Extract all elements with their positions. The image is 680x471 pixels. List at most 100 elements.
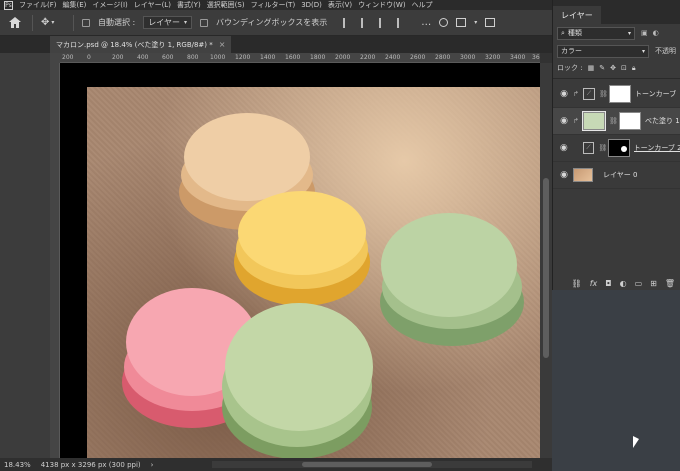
menu-edit[interactable]: 編集(E) [63, 0, 87, 10]
menu-filter[interactable]: フィルター(T) [251, 0, 296, 10]
tool-panel [0, 53, 50, 458]
filter-adjustment-icon[interactable]: ◐ [653, 29, 659, 37]
bounding-box-checkbox[interactable] [200, 18, 209, 27]
vertical-scrollbar[interactable] [540, 63, 552, 458]
ruler-tick-label: 3200 [485, 54, 501, 61]
lock-position-icon[interactable]: ✥ [610, 64, 616, 72]
auto-select-label: 自動選択 : [98, 18, 136, 27]
ruler-tick-label: 2800 [435, 54, 451, 61]
yellow-macaron [234, 191, 370, 306]
lock-row: ロック : ▦ ✎ ✥ ⊡ 🔒︎ [553, 60, 680, 76]
document-tab-strip: マカロン.psd @ 18.4% (べた塗り 1, RGB/8#) * × [0, 36, 552, 53]
layer-name[interactable]: トーンカーブ [635, 89, 676, 99]
chevron-down-icon: ▾ [184, 19, 188, 26]
menu-select[interactable]: 選択範囲(S) [207, 0, 245, 10]
ruler-tick-label: 1200 [235, 54, 251, 61]
blend-row: カラー ▾ 不透明 [553, 42, 680, 60]
filter-pixel-icon[interactable]: ▣ [641, 29, 648, 37]
menu-view[interactable]: 表示(V) [328, 0, 352, 10]
tab-layers[interactable]: レイヤー [553, 6, 601, 24]
blend-mode-value: カラー [561, 47, 582, 55]
clipping-arrow-icon: ↱ [573, 90, 579, 98]
menu-3d[interactable]: 3D(D) [301, 1, 322, 9]
menu-help[interactable]: ヘルプ [412, 0, 433, 10]
layer-name[interactable]: トーンカーブ 2 [634, 143, 680, 153]
layer-mask-thumbnail[interactable] [608, 139, 630, 157]
close-icon[interactable]: × [219, 40, 226, 49]
layers-panel: レイヤー ⌕ 種類 ▾ ▣ ◐ カラー ▾ 不透明 ロック : ▦ ✎ ✥ ⊡ … [552, 0, 680, 290]
layer-image-thumbnail[interactable] [573, 168, 593, 182]
ruler-tick-label: 400 [137, 54, 149, 61]
layer-row-selected[interactable]: ◉ ↱ ⛓ べた塗り 1 [553, 108, 680, 135]
home-button[interactable] [6, 14, 24, 32]
filter-icons: ▣ ◐ [641, 29, 659, 37]
horizontal-ruler[interactable]: 200 0 200 400 600 800 1000 1200 1400 160… [60, 53, 540, 63]
lock-label: ロック : [557, 64, 583, 72]
visibility-eye-icon[interactable]: ◉ [559, 170, 569, 180]
mask-link-icon[interactable]: ⛓ [599, 90, 608, 98]
ruler-tick-label: 1000 [210, 54, 226, 61]
divider [73, 14, 74, 31]
lock-transparency-icon[interactable]: ▦ [588, 64, 595, 72]
align-right-icon[interactable] [379, 17, 389, 28]
menu-file[interactable]: ファイル(F) [19, 0, 57, 10]
share-icon[interactable] [485, 18, 496, 27]
auto-select-checkbox[interactable] [82, 18, 90, 27]
status-arrow-icon[interactable]: › [151, 461, 154, 469]
auto-select-target-value: レイヤー [148, 18, 181, 27]
menu-image[interactable]: イメージ(I) [92, 0, 127, 10]
new-adjustment-icon[interactable]: ◐ [620, 279, 627, 288]
align-buttons [343, 17, 407, 28]
green-macaron-front [222, 303, 373, 458]
menu-window[interactable]: ウィンドウ(W) [358, 0, 405, 10]
add-mask-icon[interactable]: ◘ [605, 279, 611, 288]
vertical-ruler[interactable] [50, 63, 60, 458]
layer-style-icon[interactable]: fx [590, 279, 598, 288]
fill-color-thumbnail[interactable] [582, 111, 606, 131]
visibility-eye-icon[interactable]: ◉ [559, 116, 569, 126]
layer-mask-thumbnail[interactable] [609, 85, 631, 103]
layer-name[interactable]: レイヤー 0 [603, 170, 637, 180]
visibility-eye-icon[interactable]: ◉ [559, 89, 569, 99]
chevron-down-icon[interactable]: ▾ [474, 19, 477, 26]
auto-select-target-dropdown[interactable]: レイヤー ▾ [143, 16, 193, 29]
layer-mask-thumbnail[interactable] [619, 112, 641, 130]
ruler-tick-label: 200 [62, 54, 74, 61]
layer-row[interactable]: ◉ ↱ ⟋ ⛓ トーンカーブ [553, 81, 680, 108]
align-center-icon[interactable] [361, 17, 371, 28]
move-tool-preset[interactable]: ✥ ▾ [41, 15, 65, 31]
layer-name[interactable]: べた塗り 1 [645, 116, 680, 126]
align-distribute-icon[interactable] [397, 17, 407, 28]
search-icon[interactable] [439, 18, 449, 27]
ruler-tick-label: 360 [532, 54, 540, 61]
menu-layer[interactable]: レイヤー(L) [134, 0, 171, 10]
layer-row[interactable]: ◉ ⟋ ⛓ トーンカーブ 2 [553, 135, 680, 162]
blend-mode-dropdown[interactable]: カラー ▾ [557, 44, 649, 58]
scrollbar-thumb[interactable] [302, 462, 432, 467]
new-group-icon[interactable]: ▭ [635, 279, 643, 288]
new-layer-icon[interactable]: ⊞ [650, 279, 657, 288]
ruler-tick-label: 2600 [410, 54, 426, 61]
document-tab[interactable]: マカロン.psd @ 18.4% (べた塗り 1, RGB/8#) * × [50, 36, 232, 53]
zoom-level[interactable]: 18.43% [4, 461, 31, 469]
document-title: マカロン.psd @ 18.4% (べた塗り 1, RGB/8#) * [56, 40, 213, 49]
ruler-tick-label: 1600 [285, 54, 301, 61]
workspace-icon[interactable] [456, 18, 467, 27]
lock-pixels-icon[interactable]: ✎ [599, 64, 605, 72]
link-layers-icon[interactable]: ⛓ [572, 279, 582, 288]
layer-kind-filter[interactable]: ⌕ 種類 ▾ [557, 26, 635, 40]
lock-all-icon[interactable]: 🔒︎ [632, 64, 636, 73]
filter-row: ⌕ 種類 ▾ ▣ ◐ [553, 24, 680, 42]
more-options-icon[interactable]: … [421, 17, 431, 28]
document-canvas[interactable] [60, 63, 540, 458]
align-left-icon[interactable] [343, 17, 353, 28]
mask-link-icon[interactable]: ⛓ [598, 144, 607, 152]
menu-type[interactable]: 書式(Y) [177, 0, 201, 10]
mask-link-icon[interactable]: ⛓ [609, 117, 618, 125]
delete-layer-icon[interactable]: 🗑︎ [665, 279, 675, 288]
lock-artboard-icon[interactable]: ⊡ [621, 64, 627, 72]
visibility-eye-icon[interactable]: ◉ [559, 143, 569, 153]
horizontal-scrollbar[interactable] [212, 461, 532, 468]
layer-row[interactable]: ◉ レイヤー 0 [553, 162, 680, 189]
scrollbar-thumb[interactable] [543, 178, 549, 358]
